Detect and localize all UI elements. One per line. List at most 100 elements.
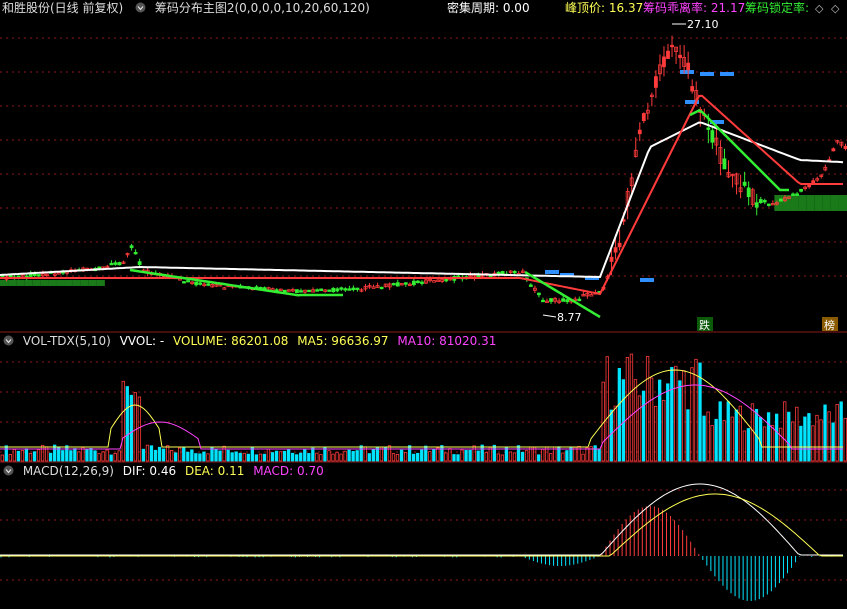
volume-bar	[516, 445, 521, 462]
volume-bar	[169, 450, 174, 462]
chip-bar	[545, 270, 559, 274]
candle-body	[36, 274, 41, 277]
volume-bar	[710, 425, 714, 462]
candle-body	[315, 289, 320, 292]
tag-die: 跌	[699, 318, 710, 332]
chip-bar	[40, 280, 49, 286]
vol-title: VOL-TDX(5,10)	[22, 334, 111, 348]
volume-bar	[145, 444, 150, 462]
volume-bar	[226, 449, 230, 462]
dea-line	[0, 493, 843, 557]
volume-bar	[581, 453, 585, 462]
volume-bar	[194, 453, 198, 462]
vol-dropdown-icon[interactable]	[3, 334, 14, 346]
candle-body	[758, 199, 763, 204]
chip-bar	[806, 195, 815, 211]
candle-body	[391, 283, 396, 286]
chip-bar	[48, 280, 57, 286]
volume-bar	[141, 448, 146, 462]
expand-icon[interactable]: ◇	[831, 2, 839, 15]
volume-bar	[4, 445, 8, 462]
volume-bar	[819, 419, 823, 462]
volume-bar	[266, 448, 271, 462]
candle-body	[113, 262, 118, 265]
volume-bar	[843, 417, 847, 462]
volume-bar	[234, 451, 238, 462]
volume-bar	[508, 451, 513, 462]
candle-body	[670, 44, 674, 48]
volume-bar	[452, 454, 456, 462]
volume-bar	[795, 406, 799, 462]
volume-bar	[464, 450, 468, 462]
candle-body	[133, 252, 138, 255]
volume-bar	[93, 450, 97, 462]
collapse-icon[interactable]: ◇	[815, 2, 823, 15]
candle-body	[613, 247, 618, 253]
volume-bar	[335, 451, 339, 462]
candle-body	[129, 245, 134, 249]
volume-bar	[299, 452, 303, 462]
candle-body	[109, 262, 114, 266]
volume-bar	[561, 452, 565, 462]
volume-bar	[286, 449, 291, 462]
volume-bar	[605, 356, 609, 462]
volume-bar	[290, 452, 295, 462]
candle-body	[32, 273, 37, 276]
volume-bar	[190, 449, 194, 462]
volume-bar	[617, 367, 621, 462]
candle-body	[766, 203, 771, 206]
volume-bar	[807, 413, 811, 462]
volume-bar	[726, 401, 730, 462]
ma-green-line	[129, 268, 343, 297]
volume-bar	[161, 448, 166, 462]
volume-bar	[327, 450, 331, 462]
candle-body	[420, 281, 424, 284]
macd-title-bar: MACD(12,26,9) DIF: 0.46 DEA: 0.11 MACD: …	[0, 463, 847, 480]
volume-bar	[109, 454, 113, 462]
volume-bar	[742, 430, 747, 462]
candle-body	[791, 193, 795, 196]
volume-bar	[278, 451, 283, 462]
dropdown-icon[interactable]	[135, 1, 146, 13]
volume-bar	[682, 370, 686, 462]
volume-bar	[416, 452, 420, 462]
volume-bar	[20, 450, 25, 462]
volume-bar	[157, 446, 162, 462]
chip-bar	[798, 195, 807, 211]
volume-bar	[218, 450, 222, 462]
candle-body	[795, 193, 799, 196]
macd-dropdown-icon[interactable]	[3, 464, 14, 476]
volume-value: VOLUME: 86201.08	[173, 334, 289, 348]
candle-body	[617, 242, 622, 248]
volume-bar	[153, 449, 158, 462]
candle-body	[746, 187, 751, 198]
candle-body	[589, 294, 594, 297]
volume-bar	[262, 453, 267, 462]
volume-bar	[351, 451, 355, 462]
volume-bar	[811, 425, 815, 462]
volume-bar	[775, 413, 779, 462]
volume-bar	[666, 383, 670, 462]
volume-bar	[282, 450, 287, 462]
volume-bar	[395, 454, 400, 462]
volume-bar	[504, 447, 509, 462]
candle-body	[432, 280, 436, 283]
volume-bar	[371, 449, 375, 462]
macd-title: MACD(12,26,9)	[22, 464, 114, 478]
candle-body	[779, 198, 783, 202]
volume-bar	[274, 450, 279, 462]
volume-bar	[149, 445, 154, 462]
lock-rate-label: 筹码锁定率:	[745, 1, 810, 15]
volume-bar	[633, 379, 638, 462]
candle-body	[347, 288, 352, 291]
volume-bar	[835, 403, 839, 462]
volume-bar	[347, 449, 351, 462]
volume-bar	[311, 447, 315, 462]
volume-bar	[303, 448, 307, 462]
candle-body	[351, 287, 356, 291]
volume-bar	[662, 399, 666, 462]
candle-body	[371, 286, 376, 289]
main-title-bar: 和胜股份(日线 前复权) 筹码分布主图2(0,0,0,0,10,20,60,12…	[0, 0, 847, 17]
volume-bar	[214, 449, 218, 462]
candle-body	[561, 298, 566, 302]
